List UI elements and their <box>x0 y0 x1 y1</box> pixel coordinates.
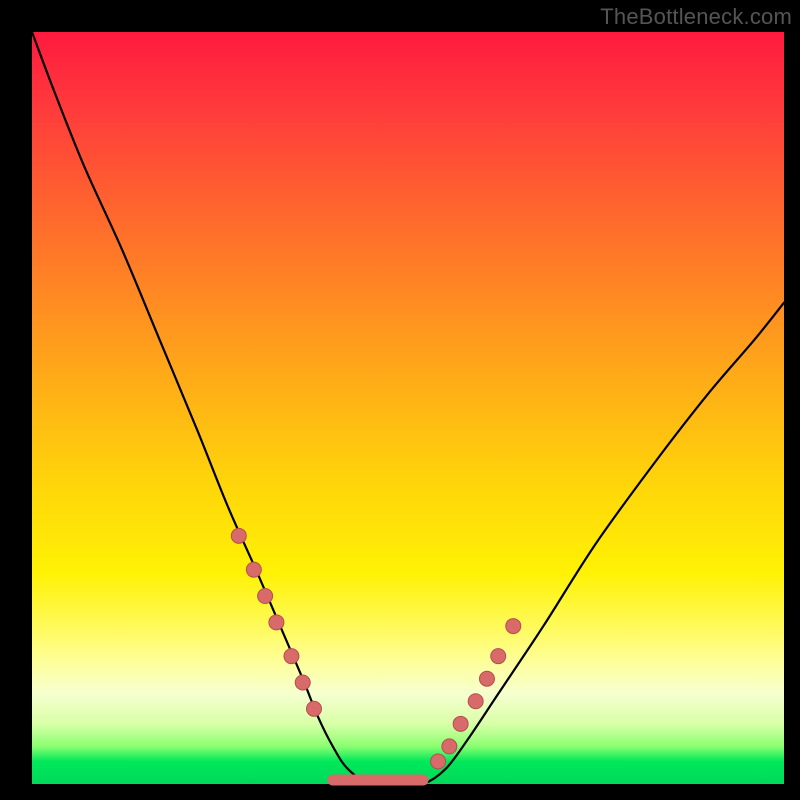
chart-frame: TheBottleneck.com <box>0 0 800 800</box>
data-marker <box>431 754 446 769</box>
data-marker <box>491 649 506 664</box>
bottleneck-curve <box>32 32 784 785</box>
marker-cluster-right <box>431 619 521 769</box>
data-marker <box>307 701 322 716</box>
data-marker <box>506 619 521 634</box>
chart-svg <box>32 32 784 784</box>
data-marker <box>284 649 299 664</box>
data-marker <box>468 694 483 709</box>
data-marker <box>258 589 273 604</box>
watermark-text: TheBottleneck.com <box>600 4 792 30</box>
marker-cluster-left <box>231 528 321 716</box>
data-marker <box>479 671 494 686</box>
data-marker <box>442 739 457 754</box>
data-marker <box>231 528 246 543</box>
data-marker <box>453 716 468 731</box>
data-marker <box>269 615 284 630</box>
data-marker <box>295 675 310 690</box>
plot-area <box>32 32 784 784</box>
data-marker <box>246 562 261 577</box>
